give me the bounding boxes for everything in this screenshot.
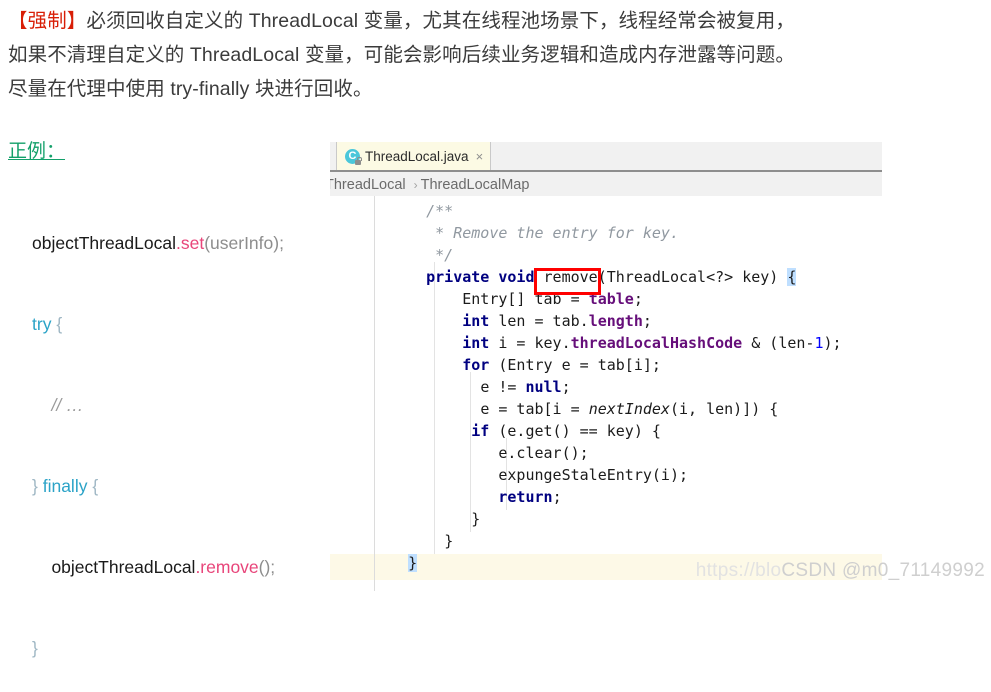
article-prose: 【强制】必须回收自定义的 ThreadLocal 变量，尤其在线程池场景下，线程…	[8, 4, 986, 106]
good-example-code: objectThreadLocal.set(userInfo); try { /…	[32, 176, 284, 692]
left-code-line-2: try {	[32, 311, 284, 338]
code-token: ;	[561, 378, 571, 396]
editor-tab-filename: ThreadLocal.java	[365, 148, 469, 164]
code-line: * Remove the entry for key.	[390, 222, 842, 244]
code-line: Entry[] tab = table;	[390, 288, 842, 310]
code-editor[interactable]: /** * Remove the entry for key. */ priva…	[330, 196, 991, 591]
close-icon[interactable]: ×	[476, 149, 484, 164]
watermark-text: CSDN @m0_71149992	[781, 560, 985, 581]
code-token: private void	[426, 268, 544, 286]
code-token: remove	[543, 268, 598, 286]
code-token: */	[426, 246, 454, 264]
editor-tab-bar: C ThreadLocal.java ×	[330, 142, 882, 172]
code-token: Entry[] tab =	[462, 290, 589, 308]
code-line: /**	[390, 200, 842, 222]
left-code-line-1: objectThreadLocal.set(userInfo);	[32, 230, 284, 257]
good-example-label: 正例：	[8, 141, 66, 162]
code-line: }	[390, 530, 842, 552]
left-code-try-brace: {	[51, 314, 63, 334]
code-token: }	[408, 554, 418, 572]
mandatory-tag: 【强制】	[8, 10, 87, 32]
code-token: );	[823, 334, 842, 352]
gutter-divider	[374, 196, 375, 591]
left-code-line-4: } finally {	[32, 473, 284, 500]
code-line: int i = key.threadLocalHashCode & (len-1…	[390, 332, 842, 354]
code-token: threadLocalHashCode	[570, 334, 743, 352]
left-code-line-3: // …	[32, 392, 284, 419]
code-line: return;	[390, 486, 842, 508]
code-line: */	[390, 244, 842, 266]
code-token: }	[471, 510, 481, 528]
code-token: (i, len)]) {	[669, 400, 779, 418]
code-token: {	[787, 268, 797, 286]
code-token: /**	[426, 202, 454, 220]
left-code-finally-brace: {	[87, 476, 99, 496]
chevron-right-icon: ›	[413, 178, 418, 192]
java-class-icon: C	[345, 148, 362, 165]
code-line: e != null;	[390, 376, 842, 398]
code-token: int	[462, 334, 490, 352]
code-token: return	[498, 488, 553, 506]
left-code-args-2: ();	[258, 557, 276, 577]
code-token: for	[462, 356, 490, 374]
prose-line-1: 【强制】必须回收自定义的 ThreadLocal 变量，尤其在线程池场景下，线程…	[8, 4, 986, 38]
left-code-final-brace: }	[32, 638, 38, 658]
prose-line-1-text: 必须回收自定义的 ThreadLocal 变量，尤其在线程池场景下，线程经常会被…	[86, 10, 795, 32]
code-token: & (len-	[742, 334, 815, 352]
code-token: (e.get() == key) {	[489, 422, 661, 440]
code-token: null	[525, 378, 562, 396]
ide-panel: C ThreadLocal.java × ThreadLocal › Threa…	[330, 142, 882, 199]
code-token: e = tab[i =	[480, 400, 589, 418]
code-content: /** * Remove the entry for key. */ priva…	[390, 200, 842, 574]
lock-icon	[355, 157, 362, 165]
code-line: expungeStaleEntry(i);	[390, 464, 842, 486]
code-line: e.clear();	[390, 442, 842, 464]
code-token: e !=	[480, 378, 526, 396]
left-code-finally-kw: finally	[42, 476, 88, 496]
left-code-try-kw: try	[32, 314, 52, 334]
code-token: }	[444, 532, 454, 550]
code-token: ;	[642, 312, 652, 330]
left-code-remove-method: .remove	[195, 557, 259, 577]
code-token: i = key.	[489, 334, 571, 352]
left-code-args: (userInfo);	[204, 233, 284, 253]
code-token: expungeStaleEntry(i);	[498, 466, 689, 484]
code-line: }	[390, 508, 842, 530]
breadcrumb-item-threadlocal[interactable]: ThreadLocal	[330, 177, 406, 193]
code-line: private void remove(ThreadLocal<?> key) …	[390, 266, 842, 288]
code-token: ;	[552, 488, 562, 506]
left-code-ident: objectThreadLocal	[32, 233, 176, 253]
code-token: (Entry e = tab[i];	[489, 356, 661, 374]
left-code-comment: // …	[51, 395, 84, 415]
code-token: e.clear();	[498, 444, 589, 462]
breadcrumb: ThreadLocal › ThreadLocalMap	[330, 172, 882, 199]
code-token: ;	[633, 290, 643, 308]
left-code-line-5: objectThreadLocal.remove();	[32, 554, 284, 581]
code-line: for (Entry e = tab[i];	[390, 354, 842, 376]
editor-tab-threadlocal-java[interactable]: C ThreadLocal.java ×	[336, 142, 492, 170]
csdn-watermark: https://bloCSDN @m0_71149992	[696, 560, 985, 582]
left-code-close-brace: }	[32, 476, 43, 496]
code-token: 1	[814, 334, 824, 352]
left-code-ident-2: objectThreadLocal	[51, 557, 196, 577]
code-token: length	[588, 312, 643, 330]
prose-line-2: 如果不清理自定义的 ThreadLocal 变量，可能会影响后续业务逻辑和造成内…	[8, 44, 795, 66]
left-code-line-6: }	[32, 635, 284, 665]
watermark-url: https://blo	[695, 560, 782, 581]
code-token: if	[471, 422, 490, 440]
code-token: * Remove the entry for key.	[426, 224, 679, 242]
code-line: if (e.get() == key) {	[390, 420, 842, 442]
breadcrumb-item-threadlocalmap[interactable]: ThreadLocalMap	[421, 177, 530, 193]
code-line: int len = tab.length;	[390, 310, 842, 332]
left-code-method: .set	[175, 233, 205, 253]
code-token: (ThreadLocal<?> key)	[597, 268, 788, 286]
code-line: e = tab[i = nextIndex(i, len)]) {	[390, 398, 842, 420]
prose-line-3: 尽量在代理中使用 try-finally 块进行回收。	[8, 78, 373, 100]
code-token: table	[588, 290, 634, 308]
code-token: int	[462, 312, 490, 330]
code-token: len = tab.	[489, 312, 589, 330]
code-token: nextIndex	[588, 400, 670, 418]
